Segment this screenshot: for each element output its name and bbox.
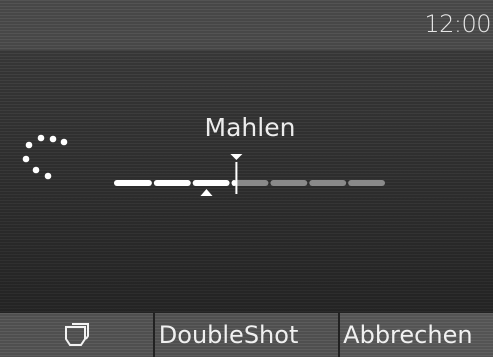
step-label: Mahlen [204, 113, 296, 142]
progress-segment [348, 180, 385, 186]
cup-icon [65, 323, 90, 346]
cup-softkey[interactable] [0, 313, 153, 357]
cancel-softkey[interactable]: Abbrechen [340, 313, 493, 357]
progress-segment-filled [153, 180, 191, 186]
current-position-line [235, 162, 238, 194]
doubleshot-label: DoubleShot [158, 321, 299, 349]
progress-segment-filled [114, 180, 152, 186]
coffee-machine-screen: 12:00 Mahlen DoubleShot Abbrechen [0, 0, 493, 357]
target-marker [200, 189, 213, 196]
spinner-dot [49, 135, 57, 143]
progress-segment [270, 180, 308, 186]
spinner-dot [37, 134, 45, 142]
spinner-dot [25, 141, 33, 149]
cancel-label: Abbrechen [343, 321, 473, 349]
doubleshot-softkey[interactable]: DoubleShot [154, 313, 339, 357]
spinner-dot [32, 166, 40, 174]
grind-progress-bar [114, 154, 385, 196]
clock: 12:00 [424, 10, 491, 38]
loading-spinner-icon [22, 134, 68, 180]
status-bar: 12:00 [0, 0, 493, 50]
spinner-dot [60, 138, 68, 146]
spinner-dot [44, 172, 52, 180]
progress-segment [309, 180, 347, 186]
current-position-marker [230, 154, 243, 160]
spinner-dot [22, 155, 30, 163]
softkey-bar: DoubleShot Abbrechen [0, 313, 493, 357]
progress-segment-filled [192, 180, 230, 186]
